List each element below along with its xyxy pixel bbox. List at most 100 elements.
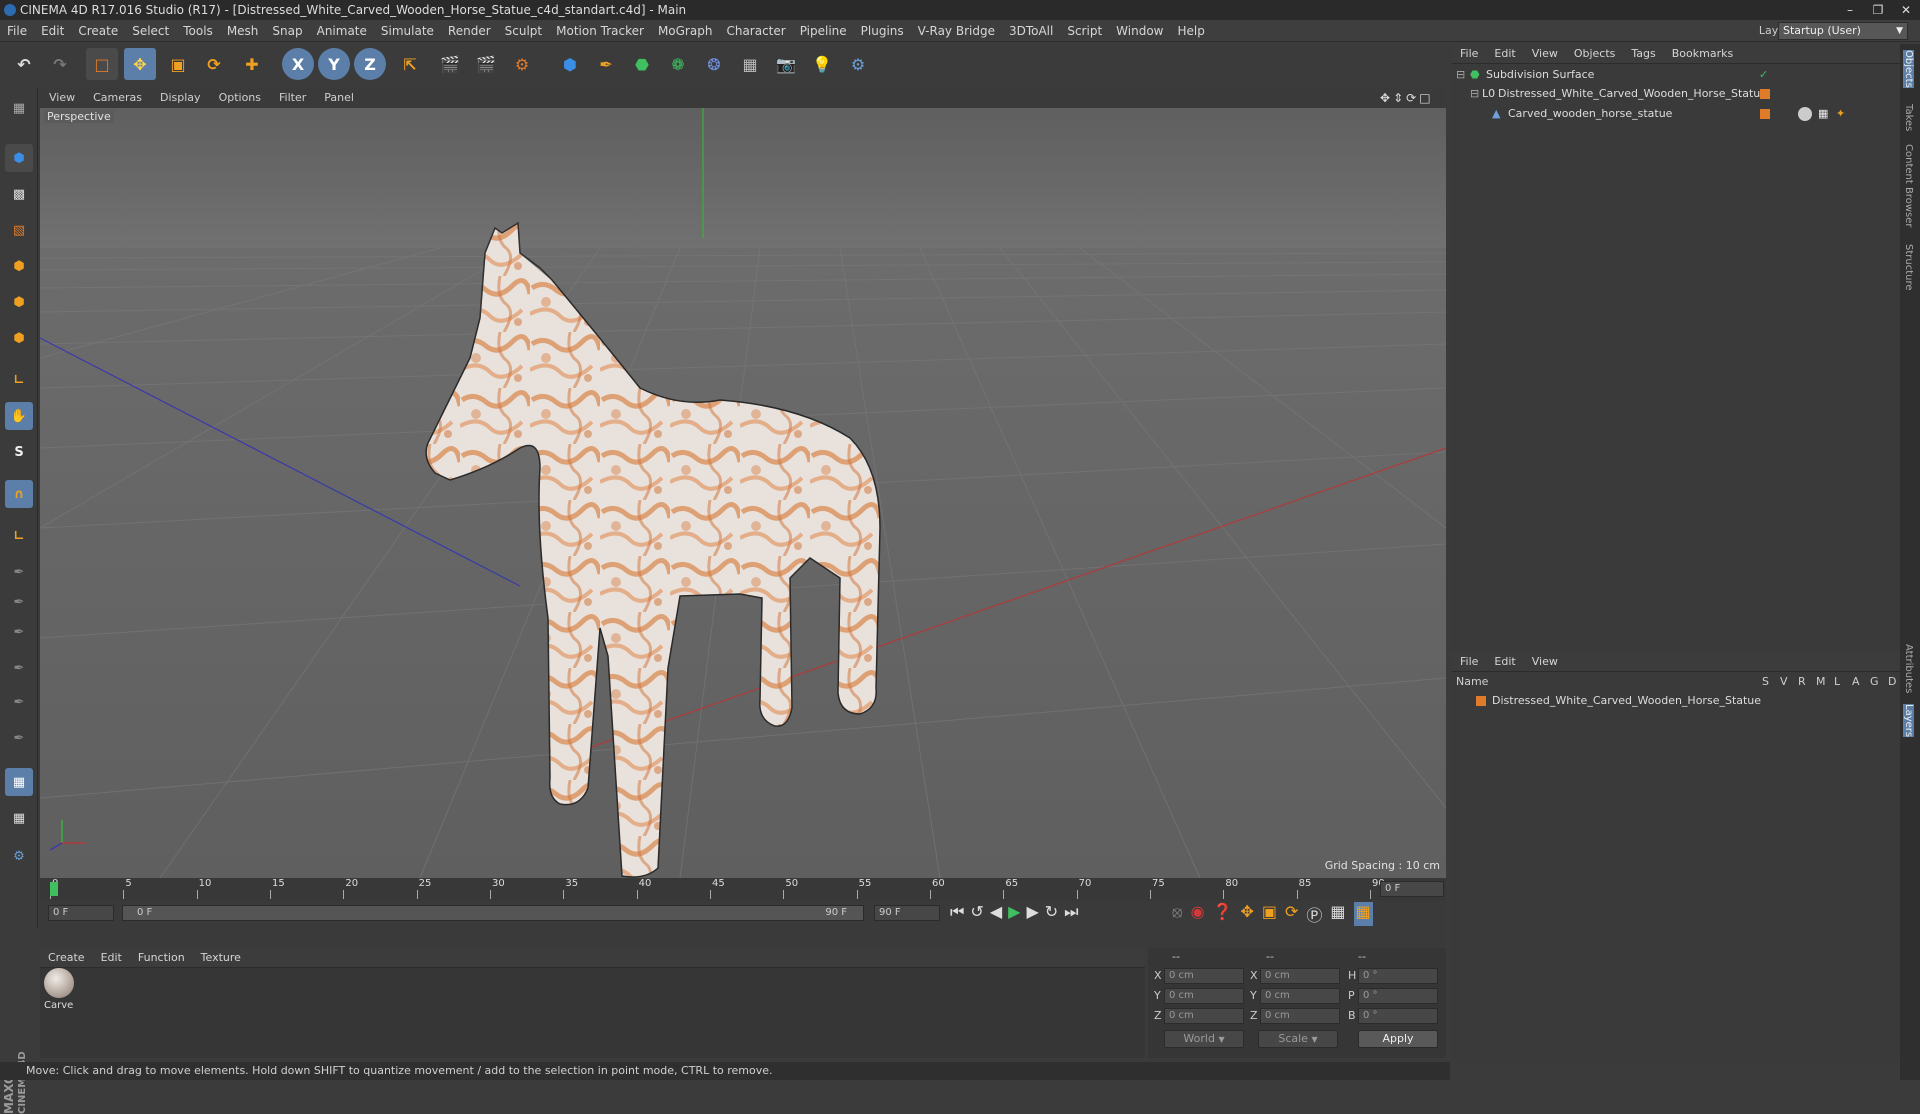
python-icon[interactable]: ⚙ — [842, 48, 874, 80]
live-selection-icon[interactable]: □ — [86, 48, 118, 80]
layer-col-r[interactable]: R — [1798, 674, 1806, 690]
next-key-icon[interactable]: ↻ — [1045, 902, 1058, 922]
close-icon[interactable]: ✕ — [1892, 0, 1920, 20]
cloner-icon[interactable]: ❁ — [662, 48, 694, 80]
coordinate-system-icon[interactable]: ⇱ — [394, 48, 426, 80]
render-view-icon[interactable]: 🎬 — [434, 48, 466, 80]
deformer-icon[interactable]: ❂ — [698, 48, 730, 80]
coord-pos-field[interactable]: 0 cm — [1164, 988, 1244, 1004]
object-menu-view[interactable]: View — [1524, 44, 1566, 63]
right-tab-attributes[interactable]: Attributes — [1903, 644, 1914, 693]
light-icon[interactable]: 💡 — [806, 48, 838, 80]
python-script-icon[interactable]: ⚙ — [5, 842, 33, 870]
render-picture-viewer-icon[interactable]: 🎬 — [470, 48, 502, 80]
sculpt-brush-3-icon[interactable]: ✒ — [5, 618, 33, 646]
axis-z-button[interactable]: Z — [354, 48, 386, 80]
tweak-mode-icon[interactable]: ✋ — [5, 402, 33, 430]
material-menu-create[interactable]: Create — [40, 948, 93, 967]
layer-menu-view[interactable]: View — [1524, 652, 1566, 671]
layer-col-l[interactable]: L — [1834, 674, 1840, 690]
menu-3dtoall[interactable]: 3DToAll — [1002, 20, 1060, 42]
right-tab-content-browser[interactable]: Content Browser — [1903, 144, 1914, 227]
coord-rot-field[interactable]: 0 ° — [1358, 1008, 1438, 1024]
menu-create[interactable]: Create — [71, 20, 125, 42]
3d-viewport[interactable]: Perspective Grid Spacing : 10 cm — [40, 108, 1446, 878]
minimize-icon[interactable]: – — [1836, 0, 1864, 20]
coord-pos-field[interactable]: 0 cm — [1164, 968, 1244, 984]
layer-col-s[interactable]: S — [1762, 674, 1769, 690]
material-tag-icon[interactable] — [1798, 107, 1812, 121]
object-menu-objects[interactable]: Objects — [1566, 44, 1624, 63]
coord-pos-field[interactable]: 0 cm — [1164, 1008, 1244, 1024]
grid-rotate-icon[interactable]: ▦ — [5, 804, 33, 832]
layer-col-g[interactable]: G — [1870, 674, 1879, 690]
sculpt-brush-1-icon[interactable]: ✒ — [5, 558, 33, 586]
pan-icon[interactable]: ✥ — [1380, 91, 1393, 105]
sculpt-brush-4-icon[interactable]: ✒ — [5, 654, 33, 682]
record-active-icon[interactable]: ◉ — [1191, 902, 1205, 926]
viewport-menu-panel[interactable]: Panel — [315, 88, 363, 108]
menu-file[interactable]: File — [0, 20, 34, 42]
layer-col-m[interactable]: M — [1816, 674, 1826, 690]
cube-primitive-icon[interactable]: ⬢ — [554, 48, 586, 80]
material-swatch[interactable] — [44, 968, 74, 998]
workplane-icon[interactable]: ▧ — [5, 216, 33, 244]
workplane-axis-icon[interactable]: ∟ — [5, 522, 33, 550]
next-frame-icon[interactable]: ▶ — [1026, 902, 1038, 922]
edges-mode-icon[interactable]: ⬢ — [5, 288, 33, 316]
sculpt-brush-2-icon[interactable]: ✒ — [5, 588, 33, 616]
floor-icon[interactable]: ▦ — [734, 48, 766, 80]
key-rotation-icon[interactable]: ⟳ — [1285, 902, 1298, 926]
checker-lock-icon[interactable]: ▦ — [5, 768, 33, 796]
scale-tool-icon[interactable]: ▣ — [162, 48, 194, 80]
restore-icon[interactable]: ❐ — [1864, 0, 1892, 20]
timeline-window-icon[interactable]: ▦ — [1353, 902, 1373, 926]
material-menu-function[interactable]: Function — [130, 948, 193, 967]
material-menu-texture[interactable]: Texture — [193, 948, 249, 967]
coord-scale-select[interactable]: Scale ▼ — [1258, 1030, 1338, 1048]
key-position-icon[interactable]: ✥ — [1240, 902, 1253, 926]
camera-icon[interactable]: 📷 — [770, 48, 802, 80]
coord-rot-field[interactable]: 0 ° — [1358, 988, 1438, 1004]
menu-v-ray-bridge[interactable]: V-Ray Bridge — [911, 20, 1002, 42]
object-menu-edit[interactable]: Edit — [1486, 44, 1523, 63]
play-icon[interactable]: ▶ — [1008, 902, 1020, 922]
make-editable-icon[interactable]: ▦ — [5, 94, 33, 122]
menu-character[interactable]: Character — [719, 20, 792, 42]
polygons-mode-icon[interactable]: ⬢ — [5, 324, 33, 352]
redo-icon[interactable]: ↷ — [44, 48, 76, 80]
menu-simulate[interactable]: Simulate — [374, 20, 441, 42]
right-tab-structure[interactable]: Structure — [1903, 244, 1914, 291]
menu-tools[interactable]: Tools — [176, 20, 220, 42]
previous-frame-icon[interactable]: ◀ — [990, 902, 1002, 922]
playhead[interactable] — [50, 882, 58, 896]
key-pla-icon[interactable]: ▦ — [1330, 902, 1345, 926]
go-to-start-icon[interactable]: ⏮ — [950, 902, 964, 922]
layer-menu-edit[interactable]: Edit — [1486, 652, 1523, 671]
expand-icon[interactable]: ⊟ — [1456, 66, 1465, 84]
viewport-menu-view[interactable]: View — [40, 88, 84, 108]
viewport-menu-filter[interactable]: Filter — [270, 88, 315, 108]
coord-size-field[interactable]: 0 cm — [1260, 988, 1340, 1004]
menu-render[interactable]: Render — [441, 20, 498, 42]
sculpt-brush-5-icon[interactable]: ✒ — [5, 688, 33, 716]
model-mode-icon[interactable]: ⬢ — [5, 144, 33, 172]
maximize-view-icon[interactable]: □ — [1419, 91, 1433, 105]
key-param-icon[interactable]: Ⓟ — [1306, 902, 1322, 926]
object-menu-bookmarks[interactable]: Bookmarks — [1664, 44, 1741, 63]
magnet-icon[interactable]: ∩ — [5, 480, 33, 508]
autokey-icon[interactable]: ❓ — [1213, 902, 1233, 926]
coord-size-field[interactable]: 0 cm — [1260, 1008, 1340, 1024]
transform-tool-icon[interactable]: ✚ — [236, 48, 268, 80]
move-tool-icon[interactable]: ✥ — [124, 48, 156, 80]
texture-mode-icon[interactable]: ▩ — [5, 180, 33, 208]
orbit-icon[interactable]: ⟳ — [1406, 91, 1419, 105]
menu-plugins[interactable]: Plugins — [854, 20, 911, 42]
menu-sculpt[interactable]: Sculpt — [498, 20, 549, 42]
sculpt-brush-6-icon[interactable]: ✒ — [5, 724, 33, 752]
end-frame-field[interactable]: 90 F — [874, 905, 940, 921]
phong-tag-icon[interactable]: ✦ — [1836, 104, 1845, 124]
menu-help[interactable]: Help — [1170, 20, 1211, 42]
layer-col-d[interactable]: D — [1888, 674, 1896, 690]
record-keys-icon[interactable]: ⦻ — [1172, 902, 1183, 926]
